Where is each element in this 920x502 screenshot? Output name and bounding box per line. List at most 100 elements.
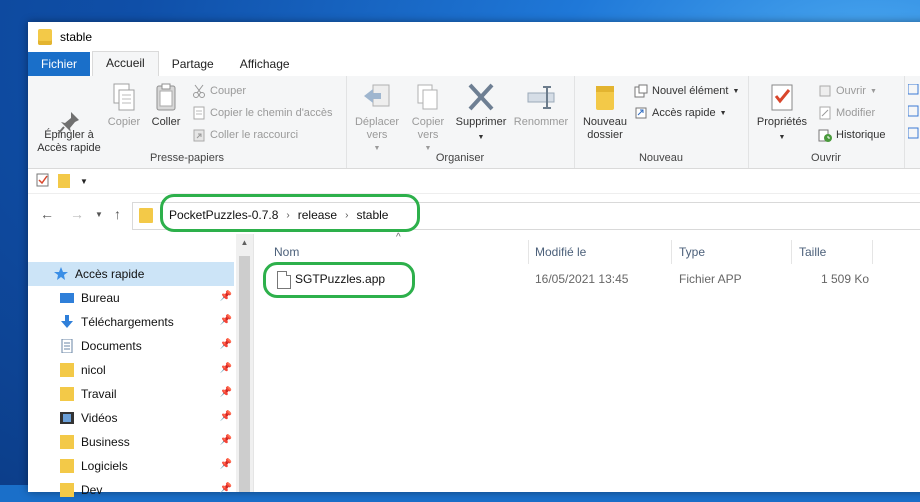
documents-icon (60, 338, 74, 354)
pin-quick-access-button[interactable]: Épingler à Accès rapide (34, 82, 104, 155)
forward-arrow-icon[interactable]: → (70, 206, 84, 222)
quick-access-button[interactable]: Accès rapide ▼ (634, 106, 727, 120)
sidebar-item-dev[interactable]: Dev 📌 (28, 478, 234, 502)
select-group-icons[interactable] (907, 83, 920, 144)
rename-button[interactable]: Renommer (512, 82, 570, 129)
sidebar-item-business[interactable]: Business 📌 (28, 430, 234, 454)
column-header-name[interactable]: Nom (274, 240, 299, 264)
properties-label: Propriétés (756, 116, 808, 128)
window-title: stable (60, 30, 93, 44)
crumb-pocketpuzzles[interactable]: PocketPuzzles-0.7.8 (169, 208, 278, 222)
edit-icon (818, 106, 832, 120)
move-to-button[interactable]: Déplacer vers ▼ (350, 82, 404, 155)
column-header-size[interactable]: Taille (799, 240, 826, 264)
customize-qat-icon[interactable]: ▼ (80, 177, 88, 186)
properties-button[interactable]: Propriétés ▼ (754, 82, 810, 144)
copy-to-button[interactable]: Copier vers ▼ (406, 82, 450, 155)
chevron-down-icon: ▼ (732, 87, 740, 95)
copy-button[interactable]: Copier (104, 82, 144, 129)
folder-icon (60, 483, 74, 497)
sidebar-scrollbar[interactable]: ▲ (236, 234, 253, 492)
sidebar-item-telechargements[interactable]: Téléchargements 📌 (28, 310, 234, 334)
group-open: Propriétés ▼ Ouvrir ▼ Modifier Historiqu… (748, 76, 905, 168)
file-modified: 16/05/2021 13:45 (535, 272, 629, 286)
open-label: Ouvrir (836, 85, 866, 97)
pin-icon[interactable]: 📌 (220, 411, 232, 422)
copy-path-icon (192, 106, 206, 120)
column-header-type[interactable]: Type (679, 240, 705, 264)
scrollbar-thumb[interactable] (239, 256, 250, 492)
pin-icon[interactable]: 📌 (220, 459, 232, 470)
up-arrow-icon[interactable]: ↑ (114, 206, 121, 222)
new-item-icon (634, 84, 648, 98)
history-button[interactable]: Historique (818, 128, 886, 142)
sort-up-icon: ^ (396, 232, 401, 243)
move-to-icon (361, 82, 393, 112)
table-row[interactable]: SGTPuzzles.app 16/05/2021 13:45 Fichier … (254, 268, 920, 292)
chevron-right-icon[interactable]: › (345, 210, 348, 221)
sidebar-item-label: Bureau (81, 291, 120, 305)
copy-path-label: Copier le chemin d'accès (210, 107, 333, 119)
column-header-modified[interactable]: Modifié le (535, 240, 586, 264)
address-bar[interactable]: PocketPuzzles-0.7.8 › release › stable (132, 202, 920, 230)
download-icon (60, 315, 74, 329)
modify-label: Modifier (836, 107, 876, 119)
sidebar-item-nicol[interactable]: nicol 📌 (28, 358, 234, 382)
quick-access-icon (634, 106, 648, 120)
new-folder-button[interactable]: Nouveau dossier (580, 82, 630, 142)
sidebar-item-label: Logiciels (81, 459, 128, 473)
file-list: Nom ^ Modifié le Type Taille SGTPuzzles.… (254, 232, 920, 492)
folder-icon (60, 363, 74, 377)
delete-label: Supprimer (455, 116, 507, 128)
group-label-clipboard: Presse-papiers (150, 152, 224, 164)
crumb-release[interactable]: release (298, 208, 337, 222)
clipboard-icon (150, 82, 182, 112)
crumb-stable[interactable]: stable (356, 208, 388, 222)
chevron-right-icon[interactable]: › (286, 210, 289, 221)
new-item-label: Nouvel élément (652, 85, 729, 97)
pin-icon (53, 95, 85, 135)
scroll-up-icon[interactable]: ▲ (236, 234, 253, 251)
modify-button[interactable]: Modifier (818, 106, 875, 120)
cut-button[interactable]: Couper (192, 84, 246, 98)
sidebar-item-videos[interactable]: Vidéos 📌 (28, 406, 234, 430)
sidebar-item-travail[interactable]: Travail 📌 (28, 382, 234, 406)
sidebar-item-documents[interactable]: Documents 📌 (28, 334, 234, 358)
recent-locations-icon[interactable]: ▼ (95, 210, 103, 219)
pin-icon[interactable]: 📌 (220, 363, 232, 374)
pin-icon[interactable]: 📌 (220, 435, 232, 446)
back-arrow-icon[interactable]: ← (40, 206, 54, 222)
history-icon (818, 128, 832, 142)
sidebar-item-bureau[interactable]: Bureau 📌 (28, 286, 234, 310)
pin-icon[interactable]: 📌 (220, 339, 232, 350)
pin-icon[interactable]: 📌 (220, 315, 232, 326)
open-icon (818, 84, 832, 98)
properties-icon[interactable] (36, 173, 50, 190)
column-separator[interactable] (671, 240, 672, 264)
group-label-open: Ouvrir (811, 152, 841, 164)
pin-icon[interactable]: 📌 (220, 387, 232, 398)
group-organize: Déplacer vers ▼ Copier vers ▼ Supprimer … (346, 76, 575, 168)
tab-affichage[interactable]: Affichage (227, 53, 303, 76)
column-separator[interactable] (528, 240, 529, 264)
sidebar-item-logiciels[interactable]: Logiciels 📌 (28, 454, 234, 478)
tab-fichier[interactable]: Fichier (28, 52, 91, 76)
copy-to-label: Copier vers (411, 116, 445, 141)
new-folder-label: Nouveau dossier (582, 116, 628, 141)
new-folder-icon[interactable] (58, 174, 70, 188)
paste-button[interactable]: Coller (146, 82, 186, 129)
folder-icon (60, 387, 74, 401)
tab-accueil[interactable]: Accueil (92, 51, 159, 77)
column-separator[interactable] (872, 240, 873, 264)
sidebar-item-acces-rapide[interactable]: Accès rapide (28, 262, 234, 286)
paste-shortcut-label: Coller le raccourci (210, 129, 299, 141)
new-item-button[interactable]: Nouvel élément ▼ (634, 84, 739, 98)
pin-icon[interactable]: 📌 (220, 291, 232, 302)
open-button[interactable]: Ouvrir ▼ (818, 84, 877, 98)
file-name[interactable]: SGTPuzzles.app (295, 272, 385, 286)
tab-partage[interactable]: Partage (159, 53, 227, 76)
copy-path-button[interactable]: Copier le chemin d'accès (192, 106, 333, 120)
delete-button[interactable]: Supprimer ▼ (452, 82, 510, 144)
paste-shortcut-button[interactable]: Coller le raccourci (192, 128, 298, 142)
column-separator[interactable] (791, 240, 792, 264)
